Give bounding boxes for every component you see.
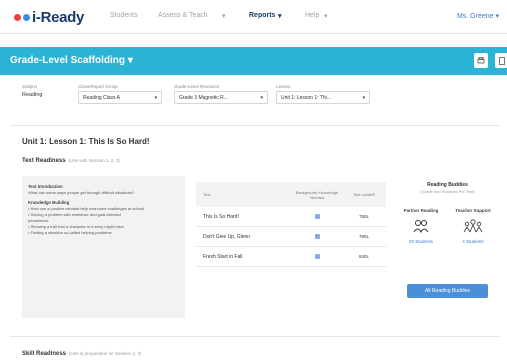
resource-select[interactable]: Grade 3 Magnetic R... ▾ <box>174 91 268 104</box>
skill-readiness-title-text: Skill Readiness <box>22 351 67 357</box>
text-title: Don't Give Up, Glenn <box>203 233 251 240</box>
table-header: Text Background Knowledge Needed Text Le… <box>196 182 386 207</box>
teacher-support-icon <box>447 219 499 233</box>
reading-buddies-title: Reading Buddies <box>427 182 468 188</box>
user-menu[interactable]: Ms. Greene ▾ <box>457 12 499 20</box>
partner-reading-icon <box>395 219 447 234</box>
nav-reports[interactable]: Reports <box>249 12 275 19</box>
column-header-text: Text <box>203 192 211 197</box>
column-header-background: Background Knowledge Needed <box>295 189 339 200</box>
table-row: Fresh Start in Fall 840L <box>196 247 386 267</box>
lexile-value: 840L <box>358 254 369 259</box>
table-row: Don't Give Up, Glenn 790L <box>196 227 386 247</box>
filter-class: Class/Report Group Reading Class A ▾ <box>78 84 162 104</box>
lesson-title: Unit 1: Lesson 1: This Is So Hard! <box>22 137 150 146</box>
text-readiness-title: Text Readiness (Use with Session 1, 2, 3) <box>22 158 120 164</box>
filter-subject: Subject Reading <box>22 84 43 98</box>
filter-lesson: Lesson Unit 1: Lesson 1: Thi... ▾ <box>276 84 370 104</box>
class-select[interactable]: Reading Class A ▾ <box>78 91 162 104</box>
column-header-lexile: Text Lexile® <box>353 192 375 197</box>
divider <box>10 336 500 337</box>
background-check-icon <box>292 213 342 220</box>
logo-text: i-Ready <box>32 9 85 26</box>
prerequisite-panel: Text Introduction What can some ways peo… <box>22 176 185 318</box>
lesson-select-value: Unit 1: Lesson 1: Thi... <box>281 94 331 101</box>
prereq-text: • Finding a situation so-called helping … <box>28 230 112 235</box>
partner-reading-label: Partner Reading <box>403 208 439 213</box>
table-row: This Is So Hard! 750L <box>196 207 386 227</box>
logo-dot-blue <box>23 14 30 21</box>
filter-subject-label: Subject <box>22 84 38 89</box>
chevron-down-icon: ▾ <box>362 94 365 101</box>
print-button[interactable] <box>474 53 488 68</box>
background-check-icon <box>292 233 342 240</box>
text-title: This Is So Hard! <box>203 213 239 220</box>
all-reading-buddies-button[interactable]: All Reading Buddies <box>407 284 488 298</box>
page-header: Grade-Level Scaffolding ▾ <box>0 47 507 75</box>
iready-logo[interactable]: i-Ready <box>14 9 84 26</box>
nav-help[interactable]: Help <box>305 12 319 19</box>
page-title[interactable]: Grade-Level Scaffolding ▾ <box>10 55 133 66</box>
chevron-down-icon: ▾ <box>260 94 263 101</box>
lexile-value: 750L <box>358 214 369 219</box>
text-readiness-subtitle: (Use with Session 1, 2, 3) <box>68 158 120 163</box>
nav-assess-teach-chevron-icon[interactable]: ▾ <box>222 12 226 20</box>
nav-help-chevron-icon[interactable]: ▾ <box>324 12 328 20</box>
logo-dots <box>14 14 30 21</box>
nav-students[interactable]: Students <box>110 12 138 19</box>
text-table: Text Background Knowledge Needed Text Le… <box>196 182 386 267</box>
filter-subject-value: Reading <box>22 92 43 98</box>
top-nav: i-Ready Students Assess & Teach ▾ Report… <box>0 0 507 34</box>
class-select-value: Reading Class A <box>83 94 120 101</box>
text-readiness-title-text: Text Readiness <box>22 158 66 164</box>
skill-readiness-subtitle: (Use in preparation for Session 2, 3) <box>69 351 142 356</box>
teacher-support-column: Teacher Support 4 Students <box>447 208 499 244</box>
download-icon <box>499 56 505 65</box>
teacher-support-label: Teacher Support <box>455 208 491 213</box>
chevron-down-icon: ▾ <box>154 94 157 101</box>
teacher-support-link[interactable]: 4 Students <box>447 239 499 244</box>
print-icon <box>477 56 485 63</box>
partner-reading-column: Partner Reading 20 Students <box>395 208 447 244</box>
reading-buddies-subtitle: (Grade and Students Per Text) <box>420 189 475 194</box>
chevron-down-icon: ▾ <box>127 55 133 66</box>
reading-buddies-panel: Reading Buddies (Grade and Students Per … <box>395 182 500 298</box>
download-button[interactable] <box>495 53 507 68</box>
lesson-select[interactable]: Unit 1: Lesson 1: Thi... ▾ <box>276 91 370 104</box>
partner-reading-link[interactable]: 20 Students <box>395 239 447 244</box>
filter-lesson-label: Lesson <box>276 84 291 89</box>
user-name: Ms. Greene <box>456 13 494 20</box>
filter-resource: Grade-Level Resource Grade 3 Magnetic R.… <box>174 84 268 104</box>
divider <box>10 125 500 126</box>
page-title-text: Grade-Level Scaffolding <box>10 55 126 66</box>
resource-select-value: Grade 3 Magnetic R... <box>179 94 228 101</box>
nav-reports-chevron-icon[interactable]: ▾ <box>278 12 282 20</box>
logo-dot-red <box>14 14 21 21</box>
lexile-value: 790L <box>358 234 369 239</box>
filter-class-label: Class/Report Group <box>78 84 118 89</box>
prereq-text: What can some ways people get through di… <box>28 190 135 195</box>
text-title: Fresh Start in Fall <box>203 253 243 260</box>
background-check-icon <box>292 253 342 260</box>
nav-assess-teach[interactable]: Assess & Teach <box>158 12 208 19</box>
skill-readiness-title: Skill Readiness (Use in preparation for S… <box>22 351 141 357</box>
filter-resource-label: Grade-Level Resource <box>174 84 220 89</box>
